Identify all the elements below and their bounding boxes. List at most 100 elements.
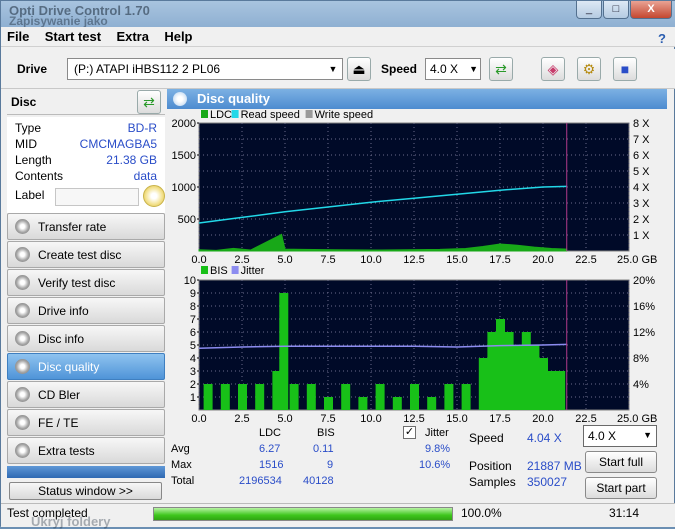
y-left-tick-label: 1000 xyxy=(172,182,196,194)
progress-fill xyxy=(154,508,452,520)
nav-fe-te[interactable]: FE / TE xyxy=(7,409,165,436)
bis-bar xyxy=(513,345,523,410)
nav-create-test-disc[interactable]: Create test disc xyxy=(7,241,165,268)
disc-title: Disc xyxy=(11,95,37,109)
save-icon: ■ xyxy=(620,61,630,77)
maximize-button[interactable]: □ xyxy=(603,1,629,19)
y-right-tick-label: 1 X xyxy=(633,230,650,242)
disc-length-value: 21.38 GB xyxy=(106,153,157,167)
legend-label: Write speed xyxy=(315,109,374,121)
legend-label: BIS xyxy=(210,265,228,277)
panel-header: Disc quality xyxy=(167,89,667,109)
y-right-tick-label: 2 X xyxy=(633,214,650,226)
stats-avg-bis: 0.11 xyxy=(313,443,334,455)
nav-extra-tests[interactable]: Extra tests xyxy=(7,437,165,464)
verify-test-disc-icon xyxy=(15,275,30,290)
y-left-tick-label: 8 xyxy=(190,301,196,313)
disc-info-icon xyxy=(15,331,30,346)
drive-select[interactable]: (P:) ATAPI iHBS112 2 PL06 ▼ xyxy=(67,58,343,80)
x-tick-label: 15.0 xyxy=(446,413,467,425)
eject-button[interactable]: ⏏ xyxy=(347,57,371,81)
nav-drive-info[interactable]: Drive info xyxy=(7,297,165,324)
menu-help[interactable]: Help xyxy=(158,27,198,46)
bis-bar xyxy=(324,397,333,410)
nav-label: Disc info xyxy=(38,332,85,346)
x-tick-label: 7.5 xyxy=(320,254,335,266)
legend-swatch xyxy=(231,266,239,274)
help-icon[interactable]: ? xyxy=(652,29,672,48)
bis-bar xyxy=(375,384,385,410)
y-right-tick-label: 7 X xyxy=(633,134,650,146)
drive-label: Drive xyxy=(17,62,48,76)
chevron-down-icon: ▼ xyxy=(643,430,652,440)
title-bar[interactable]: Opti Drive Control 1.70 Zapisywanie jako… xyxy=(1,1,675,28)
x-tick-label: 25.0 GB xyxy=(617,254,657,266)
nav-verify-test-disc[interactable]: Verify test disc xyxy=(7,269,165,296)
disc-label-field[interactable] xyxy=(55,188,139,206)
minimize-button[interactable]: _ xyxy=(576,1,602,19)
bis-bar xyxy=(255,384,265,410)
x-tick-label: 22.5 xyxy=(575,254,596,266)
y-left-tick-label: 1 xyxy=(190,392,196,404)
refresh-speed-button[interactable]: ⇄ xyxy=(489,57,513,81)
menu-bar: File Start test Extra Help ? xyxy=(1,27,675,47)
bis-bar xyxy=(547,371,557,410)
disc-length-row: Length 21.38 GB xyxy=(11,153,161,169)
refresh-disc-button[interactable]: ⇄ xyxy=(137,90,161,114)
menu-start-test[interactable]: Start test xyxy=(39,27,107,46)
chart-area: 0.0 2.5 5.0 7.5 10.0 12.5 15.0 17.5 20.0 22.5 25.0… xyxy=(167,109,667,425)
nav-label: Drive info xyxy=(38,304,89,318)
window-controls: _ □ X xyxy=(576,1,672,19)
start-part-button[interactable]: Start part xyxy=(585,477,657,499)
y-right-tick-label: 12% xyxy=(633,327,655,339)
refresh-icon: ⇄ xyxy=(495,61,507,77)
menu-file[interactable]: File xyxy=(1,27,35,46)
nav-label: FE / TE xyxy=(38,416,79,430)
nav-transfer-rate[interactable]: Transfer rate xyxy=(7,213,165,240)
x-tick-label: 12.5 xyxy=(403,413,424,425)
nav-disc-info[interactable]: Disc info xyxy=(7,325,165,352)
start-full-button[interactable]: Start full xyxy=(585,451,657,473)
nav-label: Create test disc xyxy=(38,248,122,262)
menu-extra[interactable]: Extra xyxy=(110,27,155,46)
stats-col-ldc: LDC xyxy=(259,427,282,439)
bis-bar xyxy=(427,397,437,410)
bis-bar xyxy=(279,293,289,410)
transfer-rate-icon xyxy=(15,219,30,234)
bis-bar xyxy=(496,319,505,410)
jitter-label: Jitter xyxy=(425,427,449,439)
jitter-checkbox[interactable]: ✓ xyxy=(403,426,416,439)
disc-contents-value: data xyxy=(133,169,157,183)
x-tick-label: 0.0 xyxy=(191,254,206,266)
y-right-tick-label: 20% xyxy=(633,275,655,287)
nav-label: Verify test disc xyxy=(38,276,116,290)
speed-select[interactable]: 4.0 X ▼ xyxy=(425,58,481,80)
y-left-tick-label: 2 xyxy=(190,379,196,391)
settings-button[interactable]: ⚙ xyxy=(577,57,601,81)
stats-total-bis: 40128 xyxy=(303,475,334,487)
y-left-tick-label: 500 xyxy=(178,214,196,226)
stats-max-label: Max xyxy=(171,459,192,471)
bis-bar xyxy=(306,384,316,410)
legend-swatch xyxy=(201,110,208,118)
speed-value: 4.04 X xyxy=(527,431,562,445)
disc-header: Disc ⇄ xyxy=(7,89,165,115)
toolbar: Drive (P:) ATAPI iHBS112 2 PL06 ▼ ⏏ Spee… xyxy=(1,49,675,89)
y-left-tick-label: 7 xyxy=(190,314,196,326)
disc-label-icon[interactable] xyxy=(143,185,165,207)
status-window-button[interactable]: Status window >> xyxy=(9,482,162,500)
test-speed-select[interactable]: 4.0 X ▼ xyxy=(583,425,657,447)
legend-swatch xyxy=(201,266,208,274)
erase-button[interactable]: ◈ xyxy=(541,57,565,81)
nav-cd-bler[interactable]: CD Bler xyxy=(7,381,165,408)
stats-max-bis: 9 xyxy=(327,459,334,471)
bis-bar xyxy=(358,397,368,410)
bis-bar xyxy=(530,345,540,410)
close-button[interactable]: X xyxy=(630,1,672,19)
save-button[interactable]: ■ xyxy=(613,57,637,81)
y-right-tick-label: 8% xyxy=(633,353,649,365)
extra-tests-icon xyxy=(15,443,30,458)
disc-quality-panel: Disc quality 0.0 2.5 5.0 7.5 10.0 12.5 15.0 17.… xyxy=(167,89,667,501)
cd-bler-icon xyxy=(15,387,30,402)
nav-disc-quality[interactable]: Disc quality xyxy=(7,353,165,380)
